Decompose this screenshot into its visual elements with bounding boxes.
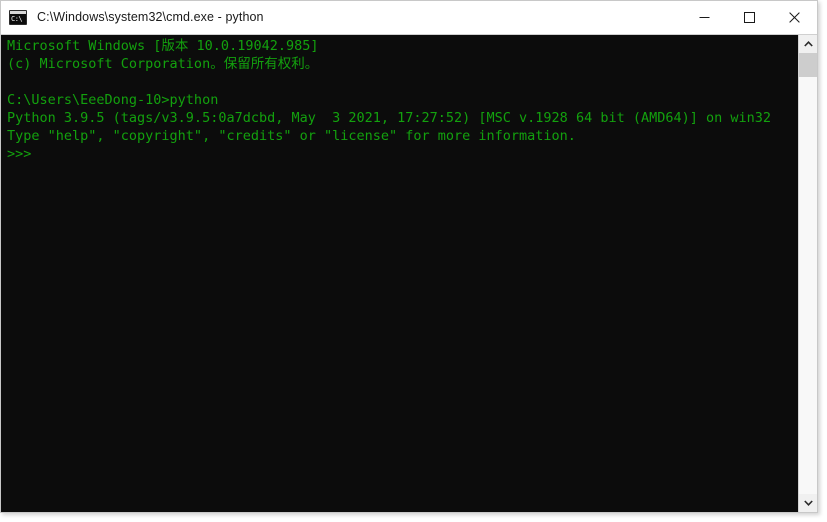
cmd-window: C:\ C:\Windows\system32\cmd.exe - python — [0, 0, 818, 513]
console-output[interactable]: Microsoft Windows [版本 10.0.19042.985] (c… — [1, 35, 798, 512]
scroll-down-button[interactable] — [799, 494, 817, 512]
chevron-up-icon — [803, 41, 813, 47]
window-controls — [682, 1, 817, 33]
console-line: Type "help", "copyright", "credits" or "… — [7, 128, 576, 144]
close-icon — [789, 11, 800, 23]
console-line: (c) Microsoft Corporation。保留所有权利。 — [7, 56, 319, 72]
vertical-scrollbar[interactable] — [798, 35, 817, 512]
maximize-button[interactable] — [727, 1, 772, 33]
scroll-up-button[interactable] — [799, 35, 817, 53]
console-line: Microsoft Windows [版本 10.0.19042.985] — [7, 38, 319, 54]
chevron-down-icon — [803, 500, 813, 506]
console-area: Microsoft Windows [版本 10.0.19042.985] (c… — [1, 34, 817, 512]
scrollbar-thumb[interactable] — [799, 53, 817, 77]
console-prompt-line: >>> — [7, 146, 32, 162]
cmd-icon: C:\ — [9, 9, 27, 25]
console-line: Python 3.9.5 (tags/v3.9.5:0a7dcbd, May 3… — [7, 110, 772, 126]
close-button[interactable] — [772, 1, 817, 33]
title-bar[interactable]: C:\ C:\Windows\system32\cmd.exe - python — [1, 1, 817, 34]
window-title: C:\Windows\system32\cmd.exe - python — [37, 10, 264, 24]
maximize-icon — [744, 11, 755, 23]
screen: C:\ C:\Windows\system32\cmd.exe - python — [0, 0, 827, 522]
console-line: C:\Users\EeeDong-10>python — [7, 92, 219, 108]
title-bar-left: C:\ C:\Windows\system32\cmd.exe - python — [1, 9, 682, 25]
cmd-icon-glyph: C:\ — [11, 14, 23, 23]
scrollbar-track[interactable] — [799, 53, 817, 494]
minimize-button[interactable] — [682, 1, 727, 33]
minimize-icon — [699, 16, 710, 18]
